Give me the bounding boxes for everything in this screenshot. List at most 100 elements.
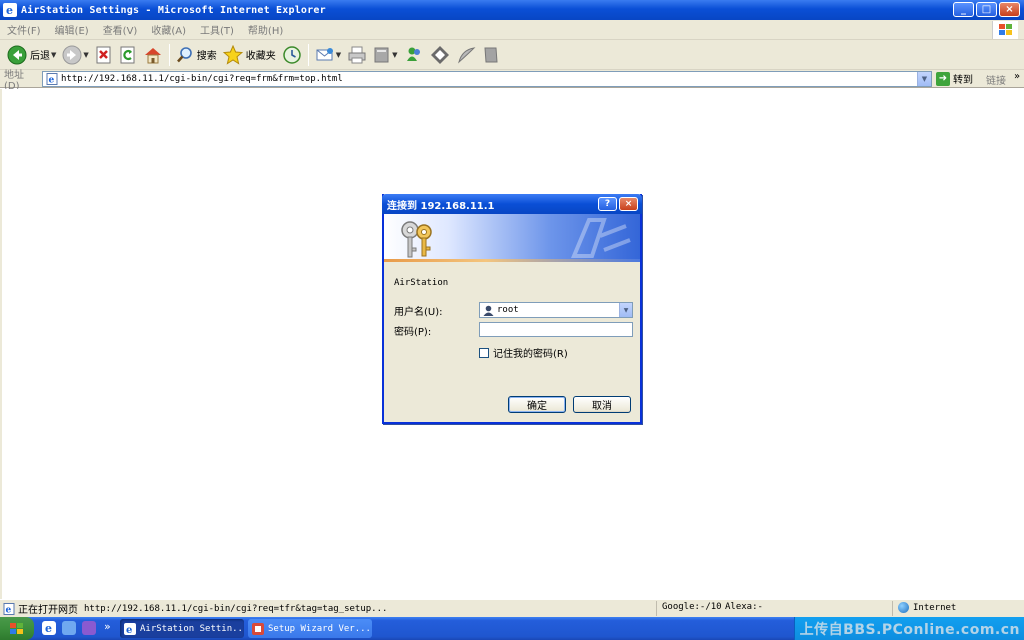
task-label: AirStation Settin...	[140, 623, 244, 634]
stop-icon	[96, 46, 111, 63]
back-arrow-icon	[7, 45, 27, 64]
research-button[interactable]	[427, 42, 453, 68]
password-field[interactable]	[479, 322, 633, 337]
refresh-button[interactable]	[116, 42, 140, 68]
address-input[interactable]: e http://192.168.11.1/cgi-bin/cgi?req=fr…	[42, 71, 932, 87]
notes-button[interactable]	[479, 42, 503, 68]
history-icon	[283, 45, 301, 64]
menu-bar: 文件(F) 编辑(E) 查看(V) 收藏(A) 工具(T) 帮助(H)	[0, 20, 1024, 40]
forward-arrow-icon	[62, 45, 82, 64]
security-zone: Internet	[898, 602, 956, 613]
taskbar-item-setup-wizard[interactable]: Setup Wizard Ver...	[248, 619, 372, 638]
page-icon: e	[46, 73, 58, 85]
home-icon	[144, 47, 161, 63]
links-more-icon[interactable]: »	[1014, 71, 1020, 82]
favorites-button[interactable]: 收藏夹	[220, 42, 279, 68]
links-label[interactable]: 链接	[986, 72, 1006, 87]
printer-icon	[348, 46, 366, 63]
edit-dropdown-icon[interactable]: ▼	[392, 51, 397, 59]
dialog-help-button[interactable]: ?	[598, 197, 617, 211]
address-url: http://192.168.11.1/cgi-bin/cgi?req=frm&…	[61, 74, 343, 84]
status-message: 正在打开网页	[18, 605, 78, 616]
favorites-label: 收藏夹	[245, 51, 276, 62]
notes-icon	[484, 47, 498, 62]
address-bar: 地址(D) e http://192.168.11.1/cgi-bin/cgi?…	[0, 70, 1024, 92]
wizard-task-icon	[252, 622, 264, 635]
back-button[interactable]: 后退 ▼	[4, 42, 59, 68]
svg-text:e: e	[45, 622, 52, 635]
back-dropdown-icon[interactable]: ▼	[51, 51, 56, 59]
edit-page-icon	[374, 47, 389, 62]
go-label: 转到	[953, 75, 973, 86]
menu-help[interactable]: 帮助(H)	[241, 22, 290, 37]
address-label: 地址(D)	[4, 69, 24, 92]
print-button[interactable]	[344, 42, 370, 68]
user-icon	[483, 305, 494, 316]
toolbar-separator	[168, 43, 170, 66]
back-label: 后退	[30, 51, 50, 62]
mail-dropdown-icon[interactable]: ▼	[336, 51, 341, 59]
start-button[interactable]	[0, 617, 34, 640]
messenger-button[interactable]	[401, 42, 427, 68]
messenger-icon	[406, 47, 420, 61]
window-titlebar[interactable]: e AirStation Settings - Microsoft Intern…	[0, 0, 1024, 20]
menu-edit[interactable]: 编辑(E)	[48, 22, 96, 37]
remember-password-label: 记住我的密码(R)	[493, 349, 568, 360]
search-button[interactable]: 搜索	[173, 42, 220, 68]
windows-flag-icon	[10, 622, 23, 634]
quicklaunch-media-icon[interactable]	[82, 621, 96, 635]
quicklaunch-ie-icon[interactable]: e	[42, 621, 56, 635]
alexa-rank[interactable]: Alexa:-	[725, 602, 763, 612]
username-dropdown-icon[interactable]: ▼	[619, 303, 632, 317]
quicklaunch-more-icon[interactable]: »	[104, 620, 111, 633]
status-url: http://192.168.11.1/cgi-bin/cgi?req=tfr&…	[84, 603, 388, 614]
feather-icon	[457, 46, 476, 63]
dialog-close-button[interactable]: ×	[619, 197, 638, 211]
svg-text:e: e	[126, 625, 132, 635]
ie-icon: e	[3, 3, 17, 17]
taskbar-item-airstation[interactable]: e AirStation Settin...	[120, 619, 244, 638]
remember-password-checkbox[interactable]	[479, 347, 489, 358]
research-icon	[430, 45, 449, 64]
keys-icon	[401, 221, 432, 258]
menu-favorites[interactable]: 收藏(A)	[144, 22, 193, 37]
toolbar-separator	[307, 43, 309, 66]
forward-dropdown-icon[interactable]: ▼	[83, 51, 88, 59]
ok-button[interactable]: 确定	[508, 396, 566, 413]
stop-button[interactable]	[92, 42, 116, 68]
toolbar: 后退 ▼ ▼ 搜索 收藏夹 ▼ ▼	[0, 40, 1024, 70]
star-icon	[222, 44, 243, 65]
search-icon	[176, 46, 192, 62]
quicklaunch-desktop-icon[interactable]	[62, 621, 76, 635]
zone-label: Internet	[913, 602, 957, 613]
history-button[interactable]	[279, 42, 305, 68]
close-button[interactable]: ×	[999, 2, 1020, 17]
menu-view[interactable]: 查看(V)	[96, 22, 145, 37]
home-button[interactable]	[140, 42, 166, 68]
username-combobox[interactable]: root ▼	[479, 302, 633, 318]
loading-page-icon: e	[3, 602, 15, 615]
dialog-banner	[384, 214, 640, 262]
banner-decoration-icon	[571, 218, 631, 258]
menu-file[interactable]: 文件(F)	[0, 22, 48, 37]
remember-password-option[interactable]: 记住我的密码(R)	[479, 345, 568, 360]
forward-button[interactable]: ▼	[59, 42, 91, 68]
maximize-button[interactable]: □	[976, 2, 997, 17]
discuss-button[interactable]	[453, 42, 479, 68]
cancel-button[interactable]: 取消	[573, 396, 631, 413]
globe-icon	[898, 602, 909, 613]
edit-button[interactable]: ▼	[370, 42, 400, 68]
svg-text:e: e	[49, 76, 55, 86]
refresh-icon	[120, 46, 135, 63]
minimize-button[interactable]: _	[953, 2, 974, 17]
username-value: root	[497, 305, 519, 315]
task-label: Setup Wizard Ver...	[268, 623, 371, 634]
mail-button[interactable]: ▼	[312, 42, 344, 68]
google-rank[interactable]: Google:-/10	[662, 602, 722, 612]
address-dropdown-icon[interactable]: ▼	[917, 72, 931, 86]
status-divider	[656, 601, 657, 616]
menu-tools[interactable]: 工具(T)	[193, 22, 241, 37]
go-arrow-icon: ➜	[936, 71, 950, 86]
go-button[interactable]: ➜ 转到	[936, 71, 973, 86]
dialog-titlebar[interactable]: 连接到 192.168.11.1 ? ×	[382, 194, 642, 214]
